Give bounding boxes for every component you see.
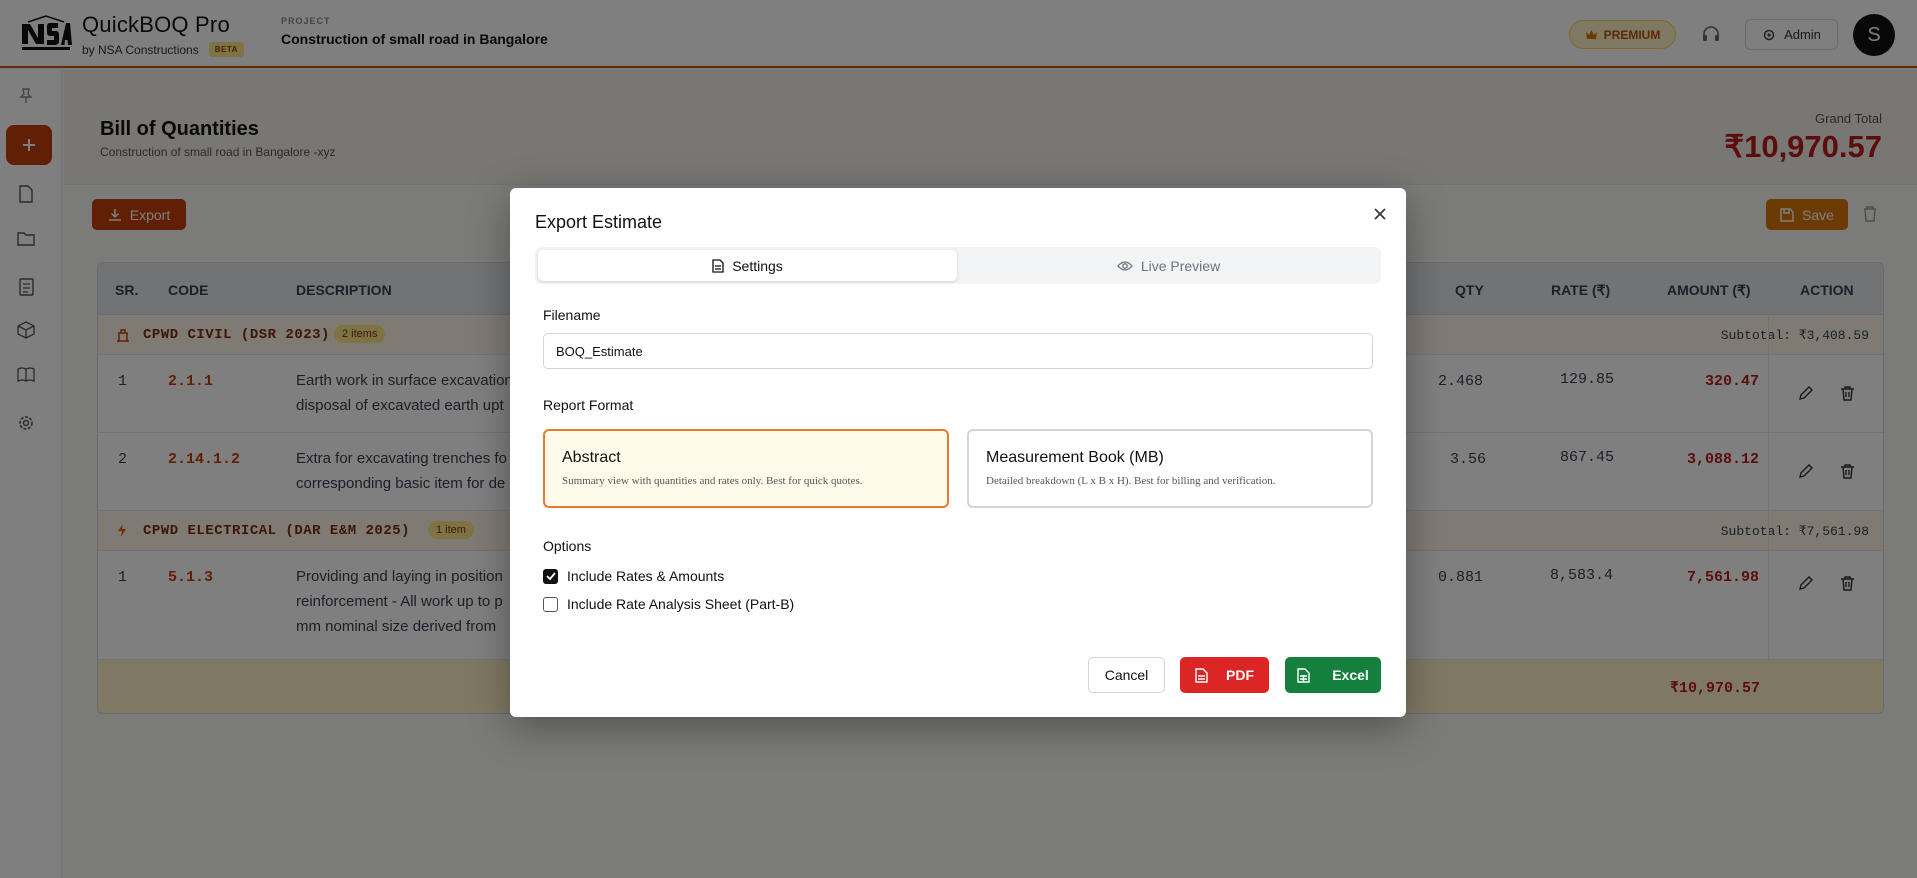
option-label: Include Rate Analysis Sheet (Part-B): [567, 596, 795, 612]
checkbox-unchecked-icon[interactable]: [543, 596, 558, 612]
checkbox-checked-icon[interactable]: [543, 568, 558, 584]
export-excel-button[interactable]: Excel: [1285, 657, 1381, 693]
format-option-measurement-book[interactable]: Measurement Book (MB) Detailed breakdown…: [967, 429, 1373, 508]
option-include-rates[interactable]: Include Rates & Amounts: [543, 568, 724, 584]
format-option-abstract[interactable]: Abstract Summary view with quantities an…: [543, 429, 949, 508]
option-include-rate-analysis[interactable]: Include Rate Analysis Sheet (Part-B): [543, 596, 794, 612]
filename-label: Filename: [543, 307, 601, 323]
cancel-button[interactable]: Cancel: [1088, 657, 1165, 693]
close-icon[interactable]: [1370, 204, 1390, 224]
excel-label: Excel: [1332, 667, 1369, 683]
filename-input[interactable]: [543, 333, 1373, 369]
pdf-label: PDF: [1226, 667, 1254, 683]
tab-settings[interactable]: Settings: [538, 250, 957, 281]
eye-icon: [1116, 260, 1133, 271]
option-label: Include Rates & Amounts: [567, 568, 725, 584]
tab-settings-label: Settings: [732, 257, 783, 274]
document-icon: [712, 258, 724, 273]
export-dialog: Export Estimate Settings Live Preview Fi…: [510, 188, 1406, 717]
format-title: Abstract: [562, 449, 621, 466]
tab-live-preview[interactable]: Live Preview: [959, 250, 1378, 281]
pdf-file-icon: [1195, 667, 1208, 683]
format-description: Detailed breakdown (L x B x H). Best for…: [986, 475, 1276, 487]
format-title: Measurement Book (MB): [986, 449, 1164, 466]
report-format-label: Report Format: [543, 397, 634, 413]
dialog-tabs: Settings Live Preview: [535, 247, 1381, 284]
dialog-title: Export Estimate: [535, 212, 663, 232]
options-label: Options: [543, 538, 592, 554]
export-pdf-button[interactable]: PDF: [1180, 657, 1269, 693]
spreadsheet-file-icon: [1297, 667, 1310, 683]
format-description: Summary view with quantities and rates o…: [562, 475, 863, 487]
tab-preview-label: Live Preview: [1140, 257, 1221, 274]
